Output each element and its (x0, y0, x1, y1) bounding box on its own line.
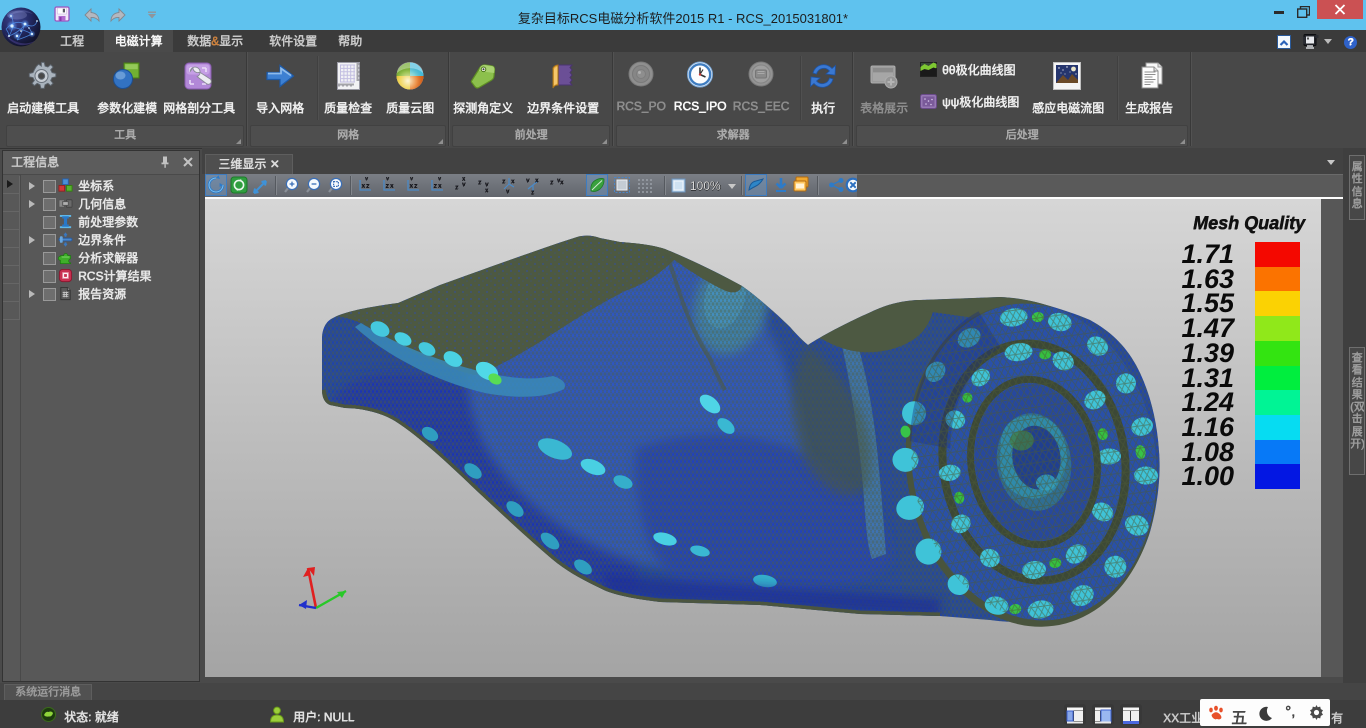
svg-text:x: x (485, 188, 488, 194)
svg-text:v: v (526, 177, 530, 184)
svg-text:v: v (410, 176, 413, 182)
svg-text:z: z (414, 183, 417, 190)
svg-text:x: x (535, 177, 539, 184)
svg-text:z: z (434, 183, 437, 190)
svg-text:z: z (531, 190, 534, 196)
svg-text:x: x (438, 183, 442, 190)
svg-text:v: v (438, 176, 441, 182)
svg-text:z: z (366, 183, 369, 190)
svg-text:v: v (365, 176, 368, 182)
svg-text:v: v (485, 181, 489, 188)
svg-text:z: z (478, 179, 481, 186)
svg-text:z: z (502, 178, 505, 185)
svg-text:z: z (386, 183, 389, 190)
svg-text:v: v (506, 189, 509, 195)
svg-text:x: x (511, 178, 515, 185)
svg-text:x: x (362, 183, 366, 190)
svg-text:x: x (462, 177, 465, 183)
svg-text:x: x (390, 183, 394, 190)
svg-text:x: x (560, 179, 564, 186)
svg-text:z: z (455, 184, 458, 191)
svg-text:z: z (550, 179, 553, 186)
svg-text:x: x (410, 183, 414, 190)
svg-text:100%: 100% (690, 179, 721, 193)
svg-text:v: v (386, 176, 389, 182)
